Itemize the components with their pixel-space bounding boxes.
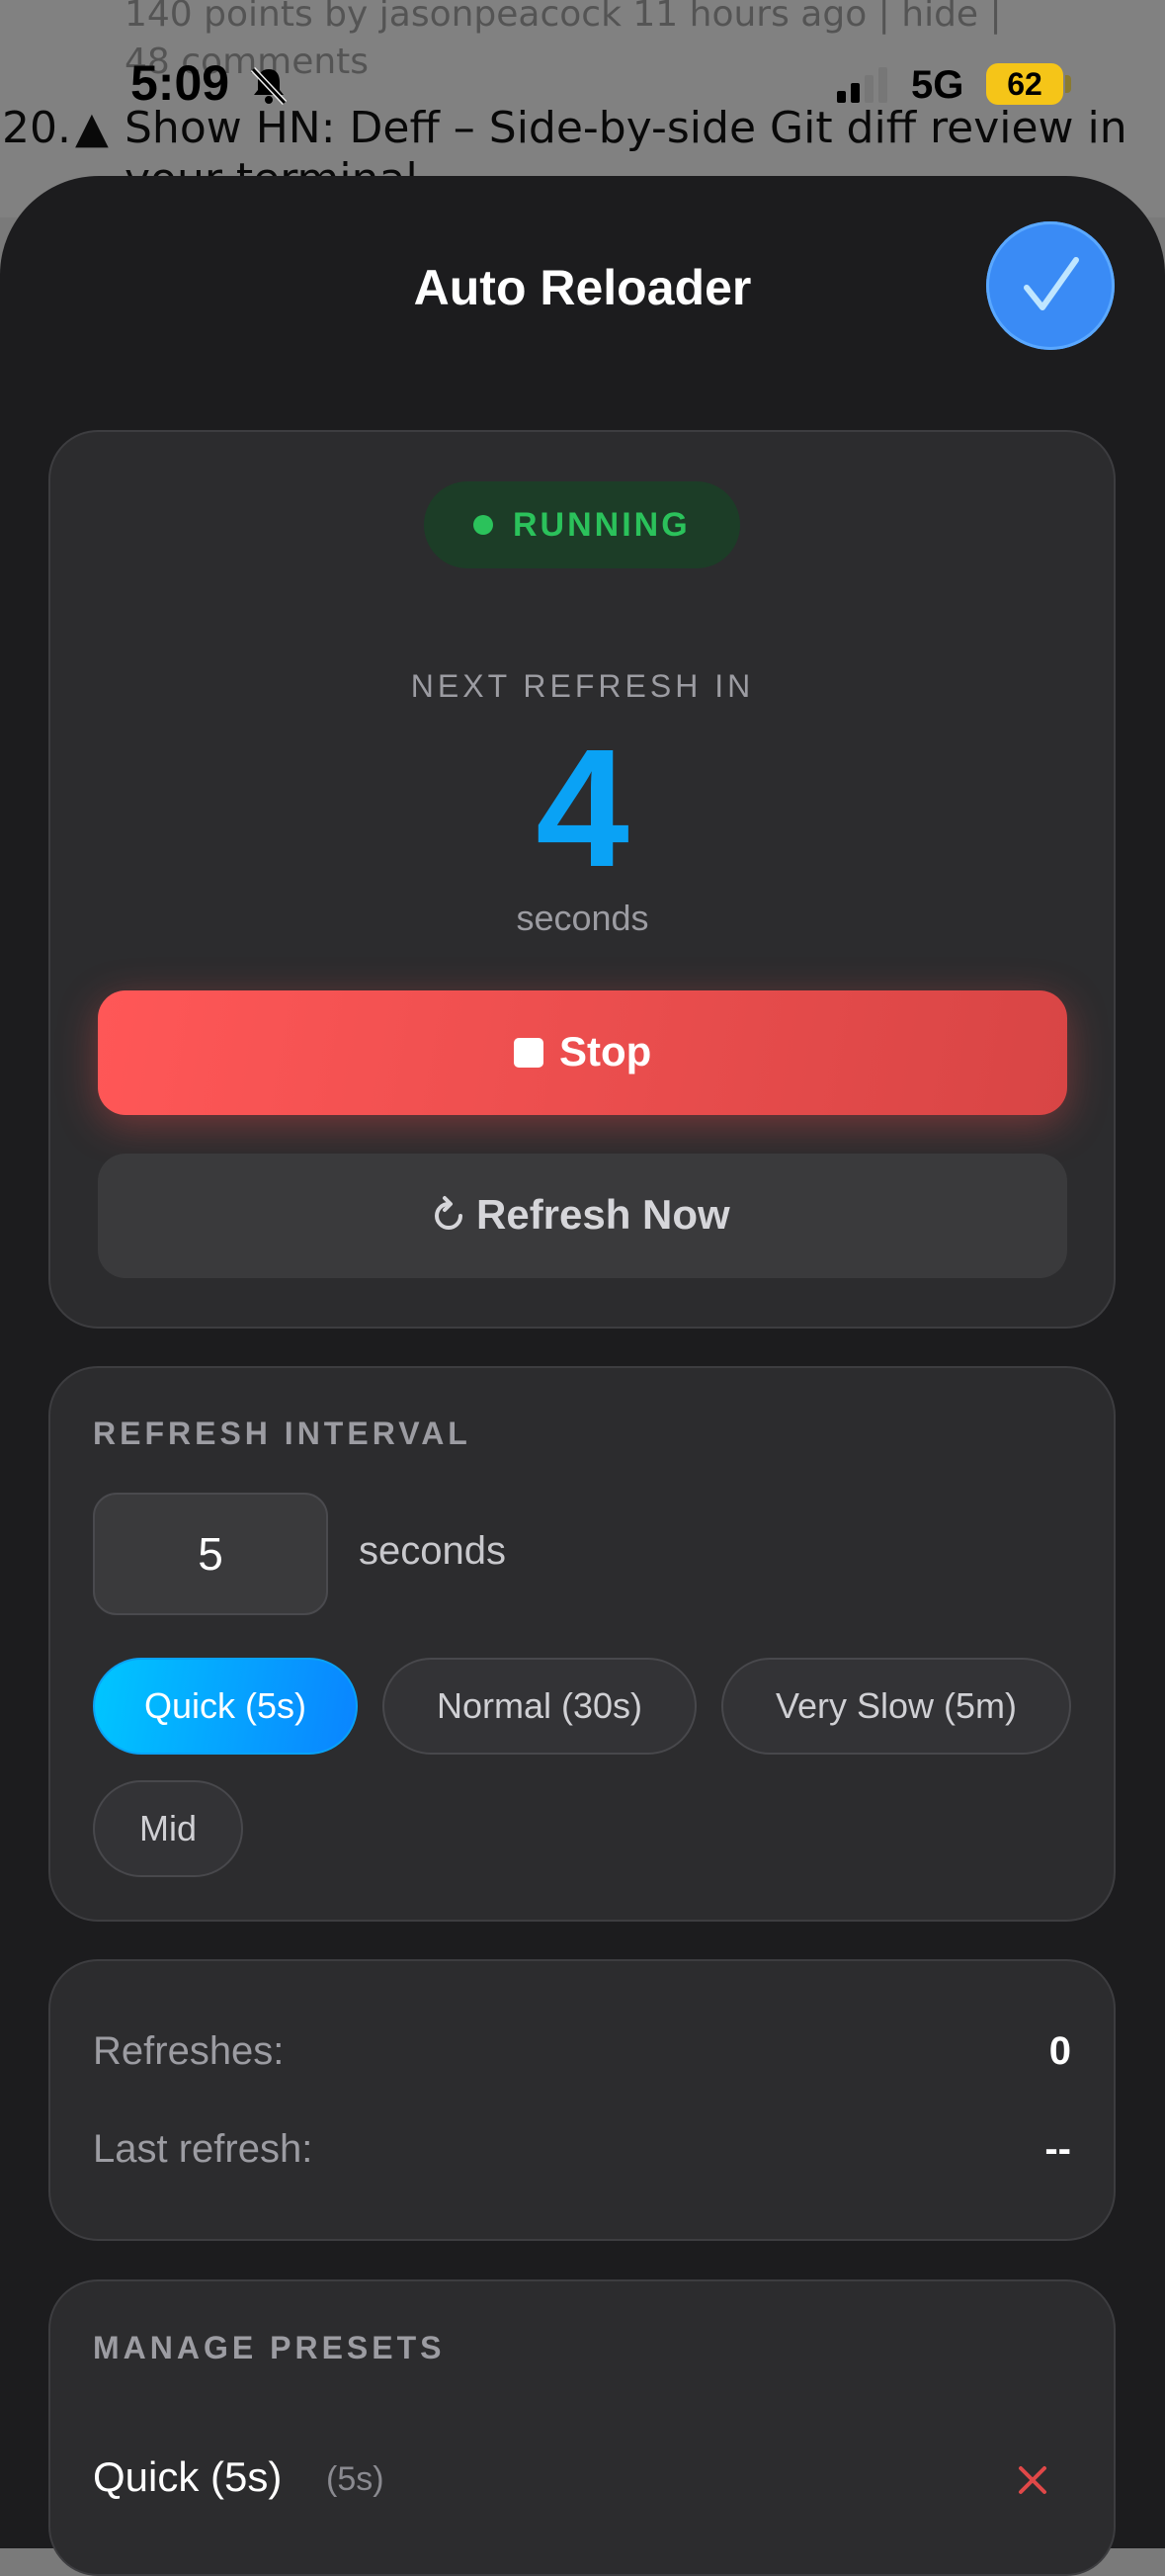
preset-chip-very-slow[interactable]: Very Slow (5m)	[721, 1658, 1071, 1755]
battery-indicator: 62	[986, 63, 1063, 105]
battery-tip	[1065, 75, 1071, 93]
countdown-value: 4	[536, 715, 629, 902]
interval-section-title: REFRESH INTERVAL	[93, 1416, 471, 1451]
status-bar: 5:09 5G 62	[0, 0, 1165, 158]
refreshes-label: Refreshes:	[93, 2029, 285, 2073]
preset-chip-normal[interactable]: Normal (30s)	[382, 1658, 697, 1755]
refresh-now-label: Refresh Now	[476, 1191, 730, 1238]
stop-button[interactable]: Stop	[98, 990, 1067, 1115]
checkmark-icon	[1024, 257, 1079, 310]
preset-item-secs: (5s)	[326, 2460, 384, 2498]
done-button[interactable]	[986, 221, 1115, 350]
signal-icon	[837, 67, 887, 103]
stats-card	[48, 1959, 1116, 2241]
refresh-icon	[435, 1196, 462, 1230]
preset-item-name: Quick (5s)	[93, 2453, 283, 2500]
preset-chip-quick[interactable]: Quick (5s)	[93, 1658, 358, 1755]
countdown-unit: seconds	[516, 898, 649, 938]
status-badge: RUNNING	[424, 481, 740, 568]
next-refresh-label: NEXT REFRESH IN	[410, 668, 755, 704]
last-refresh-label: Last refresh:	[93, 2127, 313, 2171]
preset-chip-mid[interactable]: Mid	[93, 1780, 243, 1877]
delete-preset-icon[interactable]	[1016, 2463, 1049, 2497]
interval-unit: seconds	[359, 1529, 506, 1573]
refresh-now-button[interactable]: Refresh Now	[98, 1154, 1067, 1278]
stop-button-label: Stop	[559, 1028, 652, 1074]
manage-presets-card	[48, 2279, 1116, 2576]
stop-icon	[514, 1038, 543, 1068]
network-type: 5G	[911, 63, 964, 107]
status-badge-label: RUNNING	[513, 506, 691, 544]
refreshes-value: 0	[1048, 2029, 1071, 2073]
manage-presets-title: MANAGE PRESETS	[93, 2330, 446, 2365]
last-refresh-value: --	[1044, 2127, 1071, 2171]
status-time: 5:09	[130, 55, 230, 111]
bell-slash-icon	[250, 66, 288, 106]
interval-input[interactable]	[93, 1493, 328, 1615]
running-dot-icon	[473, 515, 493, 535]
